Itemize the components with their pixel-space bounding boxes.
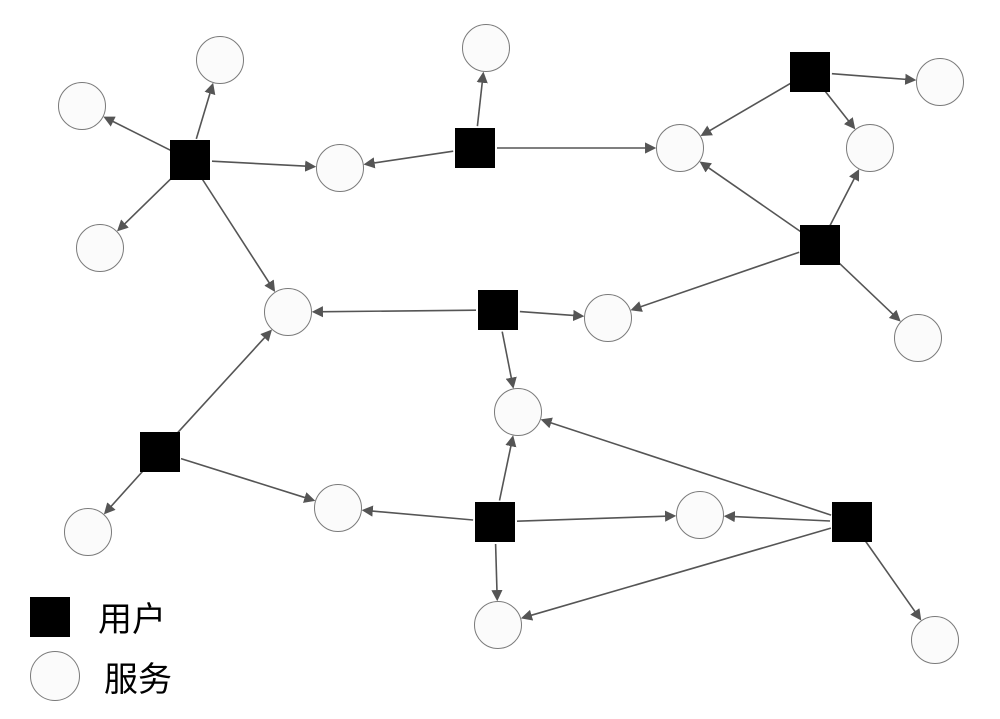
edge-u8-s15 bbox=[726, 516, 830, 521]
user-node-u8 bbox=[832, 502, 872, 542]
legend-user-label: 用户 bbox=[98, 592, 166, 641]
service-node-s5 bbox=[462, 24, 510, 72]
user-node-u2 bbox=[455, 128, 495, 168]
edge-u4-s9 bbox=[836, 260, 899, 320]
service-node-s17 bbox=[911, 616, 959, 664]
user-node-u3 bbox=[790, 52, 830, 92]
edge-u5-s10 bbox=[520, 312, 582, 317]
edge-u8-s17 bbox=[865, 540, 920, 619]
edge-u7-s13 bbox=[364, 510, 473, 520]
user-node-u6 bbox=[140, 432, 180, 472]
service-node-s4 bbox=[316, 144, 364, 192]
legend-swatch-service bbox=[30, 651, 80, 701]
service-node-s11 bbox=[264, 288, 312, 336]
edge-u8-s16 bbox=[523, 528, 831, 618]
user-node-u1 bbox=[170, 140, 210, 180]
service-node-s8 bbox=[916, 58, 964, 106]
legend-row-user: 用户 bbox=[30, 592, 172, 641]
graph-stage: 用户 服务 bbox=[0, 0, 1000, 719]
edge-u6-s13 bbox=[181, 459, 313, 501]
edge-u5-s11 bbox=[314, 310, 476, 312]
edge-u2-s4 bbox=[366, 151, 454, 164]
edge-u3-s8 bbox=[832, 74, 914, 80]
service-node-s1 bbox=[58, 82, 106, 130]
service-node-s12 bbox=[494, 388, 542, 436]
edge-u4-s6 bbox=[701, 163, 802, 233]
edge-u7-s12 bbox=[500, 437, 513, 500]
edge-u7-s15 bbox=[517, 516, 674, 521]
edge-u1-s3 bbox=[119, 175, 175, 229]
edge-u1-s4 bbox=[212, 161, 314, 166]
edge-u3-s6 bbox=[702, 83, 791, 135]
service-node-s16 bbox=[474, 601, 522, 649]
edge-u1-s11 bbox=[202, 179, 274, 291]
edge-u4-s7 bbox=[830, 171, 858, 225]
edge-u6-s11 bbox=[175, 331, 271, 436]
edge-u4-s10 bbox=[633, 252, 800, 309]
service-node-s9 bbox=[894, 314, 942, 362]
service-node-s2 bbox=[196, 36, 244, 84]
service-node-s3 bbox=[76, 224, 124, 272]
legend-swatch-user bbox=[30, 597, 70, 637]
legend-service-label: 服务 bbox=[104, 652, 172, 701]
edge-u1-s1 bbox=[105, 118, 170, 151]
user-node-u7 bbox=[475, 502, 515, 542]
edge-u7-s16 bbox=[496, 544, 498, 599]
service-node-s10 bbox=[584, 294, 632, 342]
edge-u5-s12 bbox=[502, 332, 513, 387]
legend-row-service: 服务 bbox=[30, 651, 172, 701]
user-node-u4 bbox=[800, 225, 840, 265]
service-node-s14 bbox=[64, 508, 112, 556]
service-node-s13 bbox=[314, 484, 362, 532]
edge-u1-s2 bbox=[196, 85, 212, 139]
service-node-s6 bbox=[656, 124, 704, 172]
edge-u6-s14 bbox=[105, 468, 145, 512]
service-node-s15 bbox=[676, 491, 724, 539]
edge-u3-s7 bbox=[824, 89, 854, 127]
service-node-s7 bbox=[846, 124, 894, 172]
user-node-u5 bbox=[478, 290, 518, 330]
legend: 用户 服务 bbox=[30, 582, 172, 701]
edge-u2-s5 bbox=[477, 74, 483, 126]
